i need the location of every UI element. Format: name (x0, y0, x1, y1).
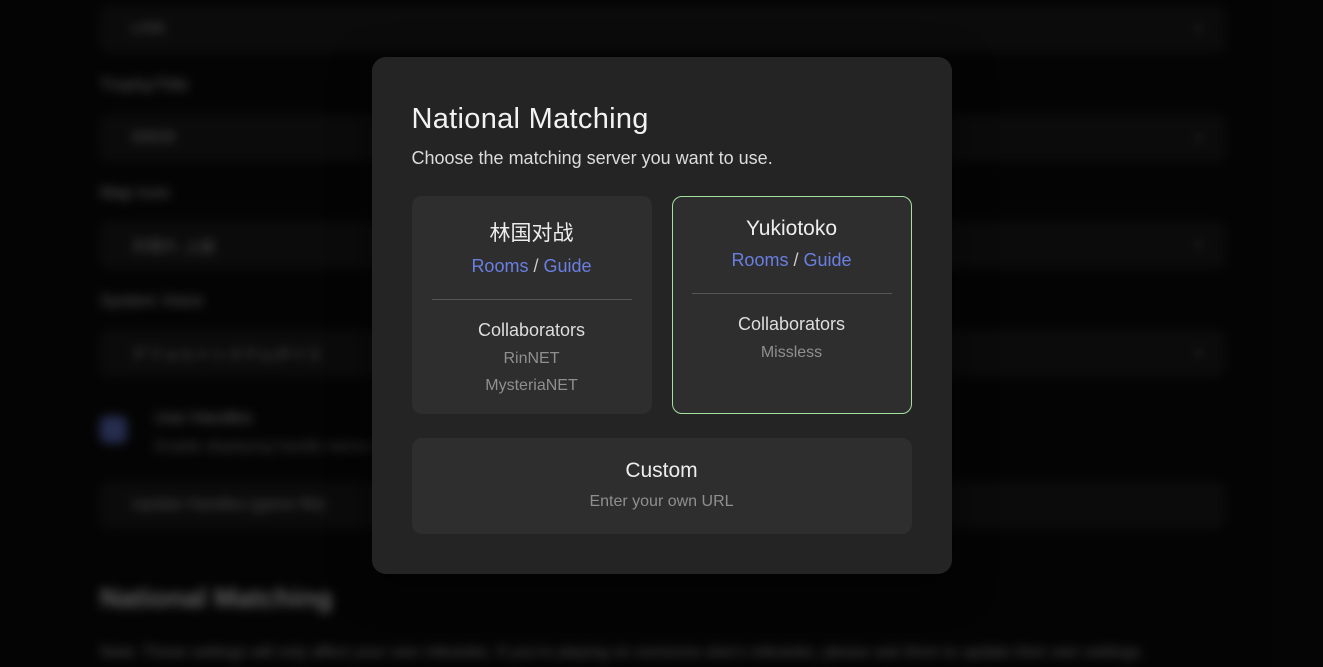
server-options: 林国对战 Rooms / Guide Collaborators RinNET … (412, 196, 912, 414)
collaborators-heading: Collaborators (673, 314, 911, 335)
collaborator: RinNET (413, 350, 651, 368)
card-divider (692, 293, 892, 294)
server-name: 林国对战 (413, 217, 651, 247)
collaborator: Missless (673, 344, 911, 362)
guide-link[interactable]: Guide (544, 256, 592, 276)
collaborators-heading: Collaborators (413, 320, 651, 341)
modal-title: National Matching (412, 103, 912, 136)
links-separator: / (793, 250, 798, 270)
settings-page: LINK ▾ Trophy/Title 68608 ▾ Map Icon 天晴れ… (0, 0, 1323, 667)
rooms-link[interactable]: Rooms (471, 256, 528, 276)
server-name: Yukiotoko (673, 217, 911, 241)
custom-title: Custom (412, 459, 912, 483)
server-card-linguo[interactable]: 林国对战 Rooms / Guide Collaborators RinNET … (412, 196, 652, 414)
collaborator: MysteriaNET (413, 377, 651, 395)
modal-scrim[interactable]: National Matching Choose the matching se… (0, 0, 1323, 667)
card-divider (432, 299, 632, 300)
custom-subtitle: Enter your own URL (412, 493, 912, 511)
national-matching-modal: National Matching Choose the matching se… (372, 57, 952, 574)
modal-subtitle: Choose the matching server you want to u… (412, 148, 912, 169)
custom-server-card[interactable]: Custom Enter your own URL (412, 438, 912, 534)
rooms-link[interactable]: Rooms (731, 250, 788, 270)
links-separator: / (533, 256, 538, 276)
server-card-yukiotoko[interactable]: Yukiotoko Rooms / Guide Collaborators Mi… (672, 196, 912, 414)
guide-link[interactable]: Guide (804, 250, 852, 270)
